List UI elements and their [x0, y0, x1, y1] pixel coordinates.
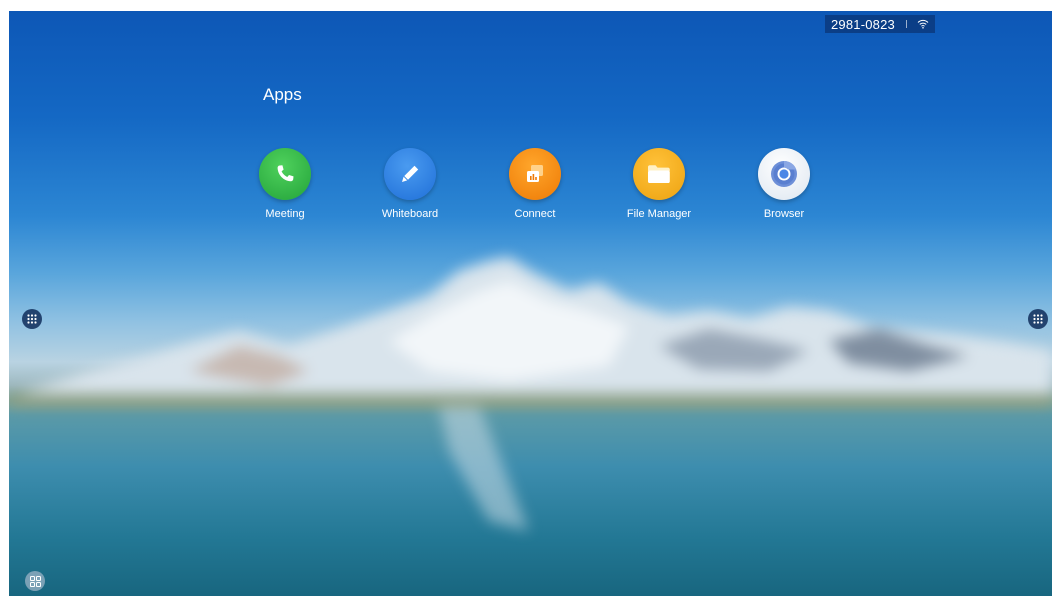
app-label-file-manager: File Manager	[626, 208, 692, 220]
left-app-drawer-button[interactable]	[22, 309, 42, 329]
folder-icon	[633, 148, 685, 200]
apps-section-title: Apps	[263, 85, 302, 104]
app-connect[interactable]: Connect	[490, 148, 580, 228]
app-label-meeting: Meeting	[265, 208, 305, 220]
status-bar: 2981-0823	[825, 15, 935, 33]
windows-grid-icon	[29, 575, 41, 587]
desktop-screen: 2981-0823 Apps Meeting Whiteboard Connec…	[9, 11, 1052, 596]
right-app-drawer-button[interactable]	[1028, 309, 1048, 329]
meeting-id: 2981-0823	[831, 16, 895, 32]
app-grid-icon	[1033, 314, 1043, 324]
status-divider	[905, 20, 907, 28]
app-browser[interactable]: Browser	[739, 148, 829, 228]
wallpaper-mountains	[9, 257, 1052, 531]
app-label-whiteboard: Whiteboard	[381, 208, 439, 220]
app-grid-icon	[27, 314, 37, 324]
pen-icon	[384, 148, 436, 200]
connect-icon	[509, 148, 561, 200]
multi-window-button[interactable]	[25, 571, 45, 591]
app-whiteboard[interactable]: Whiteboard	[365, 148, 455, 228]
phone-icon	[259, 148, 311, 200]
app-label-browser: Browser	[763, 208, 805, 220]
app-label-connect: Connect	[514, 208, 556, 220]
wifi-icon	[917, 19, 929, 29]
app-file-manager[interactable]: File Manager	[614, 148, 704, 228]
app-meeting[interactable]: Meeting	[240, 148, 330, 228]
browser-icon	[758, 148, 810, 200]
